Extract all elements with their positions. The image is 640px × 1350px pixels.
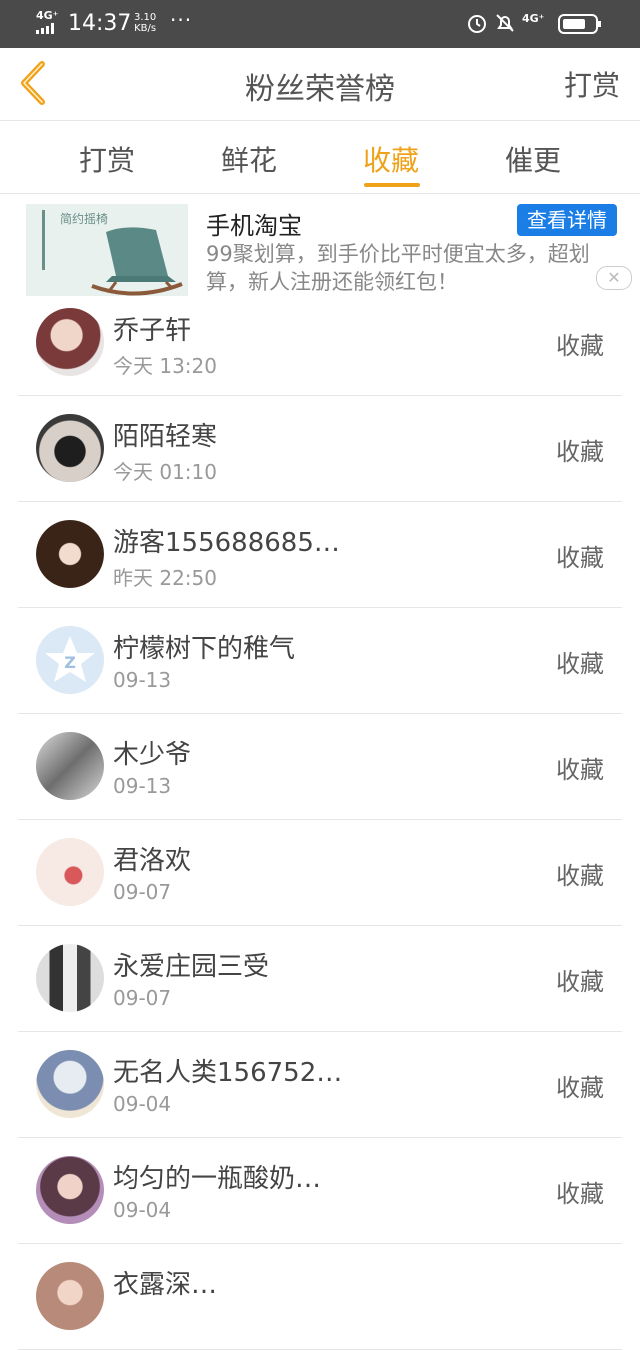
favorite-time: 09-07 [113,880,172,904]
action-label: 收藏 [556,544,604,572]
list-item[interactable]: 游客155688685… 昨天 22:50 收藏 [18,502,622,608]
avatar[interactable] [36,1050,104,1118]
action-label: 收藏 [556,650,604,678]
tab-favorites[interactable]: 收藏 [320,139,462,179]
list-item[interactable]: 木少爷 09-13 收藏 [18,714,622,820]
ad-title: 手机淘宝 [206,212,302,240]
user-name: 木少爷 [113,740,192,770]
action-label: 收藏 [556,332,604,360]
avatar[interactable] [36,732,104,800]
favorite-time: 09-13 [113,668,172,692]
network-speed: 3.10 KB/s [134,12,156,34]
avatar[interactable] [36,838,104,906]
user-name: 永爱庄园三受 [113,952,270,982]
list-item[interactable]: 衣露深… [18,1244,622,1350]
action-label: 收藏 [556,1074,604,1102]
user-name: 陌陌轻寒 [113,422,218,452]
list-item[interactable]: 均匀的一瓶酸奶… 09-04 收藏 [18,1138,622,1244]
user-name: 无名人类156752… [113,1058,343,1088]
list-item[interactable]: 君洛欢 09-07 收藏 [18,820,622,926]
app-header: 粉丝荣誉榜 打赏 [0,48,640,121]
action-label: 收藏 [556,1180,604,1208]
user-name: 君洛欢 [113,846,192,876]
ad-description: 99聚划算，到手价比平时便宜太多，超划算，新人注册还能领红包！ [206,242,590,294]
status-icons: 4G⁺ [466,12,606,36]
network-label-right: 4G⁺ [522,12,545,25]
user-name: 衣露深… [113,1270,218,1300]
status-bar: 4G⁺ 14:37 3.10 KB/s ··· 4G⁺ [0,0,640,48]
list-item[interactable]: 永爱庄园三受 09-07 收藏 [18,926,622,1032]
network-label: 4G⁺ [36,9,59,22]
favorite-time: 09-13 [113,774,172,798]
favorite-time: 今天 13:20 [113,354,217,378]
page-title: 粉丝荣誉榜 [245,72,395,107]
action-label: 收藏 [556,438,604,466]
user-name: 均匀的一瓶酸奶… [113,1164,322,1194]
action-label: 收藏 [556,968,604,996]
tab-reward[interactable]: 打赏 [36,139,178,179]
favorite-time: 09-07 [113,986,172,1010]
clock: 14:37 [68,11,132,36]
mute-bell-icon [496,14,514,32]
avatar[interactable] [36,414,104,482]
list-item[interactable]: 乔子轩 今天 13:20 收藏 [18,290,622,396]
list-item[interactable]: Z 柠檬树下的稚气 09-13 收藏 [18,608,622,714]
ad-thumbnail[interactable]: 简约摇椅 [26,204,188,296]
more-notifications-icon: ··· [170,8,193,32]
svg-text:Z: Z [64,653,76,672]
action-label: 收藏 [556,756,604,784]
battery-icon [558,14,601,34]
ad-banner[interactable]: 简约摇椅 手机淘宝 99聚划算，到手价比平时便宜太多，超划算，新人注册还能领红包… [0,196,640,300]
avatar[interactable] [36,520,104,588]
chair-icon [91,227,183,296]
user-name: 柠檬树下的稚气 [113,634,296,664]
avatar[interactable] [36,944,104,1012]
tab-flowers[interactable]: 鲜花 [178,139,320,179]
user-name: 游客155688685… [113,528,340,558]
user-name: 乔子轩 [113,316,192,346]
action-label: 收藏 [556,862,604,890]
tab-urge-update[interactable]: 催更 [462,139,604,179]
ad-close-button[interactable]: ✕ [596,266,632,290]
avatar[interactable]: Z [36,626,104,694]
speed-unit: KB/s [134,23,157,34]
tab-bar: 打赏 鲜花 收藏 催更 [0,121,640,194]
list-item[interactable]: 陌陌轻寒 今天 01:10 收藏 [18,396,622,502]
ad-details-button[interactable]: 查看详情 [517,204,617,236]
favorite-time: 昨天 22:50 [113,566,217,590]
signal-icon [36,23,58,34]
avatar[interactable] [36,1156,104,1224]
favorite-time: 09-04 [113,1092,172,1116]
reward-button[interactable]: 打赏 [564,64,620,104]
star-icon: Z [45,636,95,682]
avatar[interactable] [36,308,104,376]
favorite-time: 今天 01:10 [113,460,217,484]
favorite-time: 09-04 [113,1198,172,1222]
active-tab-indicator [364,183,420,187]
avatar[interactable] [36,1262,104,1330]
alarm-icon [468,15,486,33]
favorites-list: 乔子轩 今天 13:20 收藏 陌陌轻寒 今天 01:10 收藏 游客15568… [18,290,622,1350]
speed-value: 3.10 [134,12,157,23]
list-item[interactable]: 无名人类156752… 09-04 收藏 [18,1032,622,1138]
